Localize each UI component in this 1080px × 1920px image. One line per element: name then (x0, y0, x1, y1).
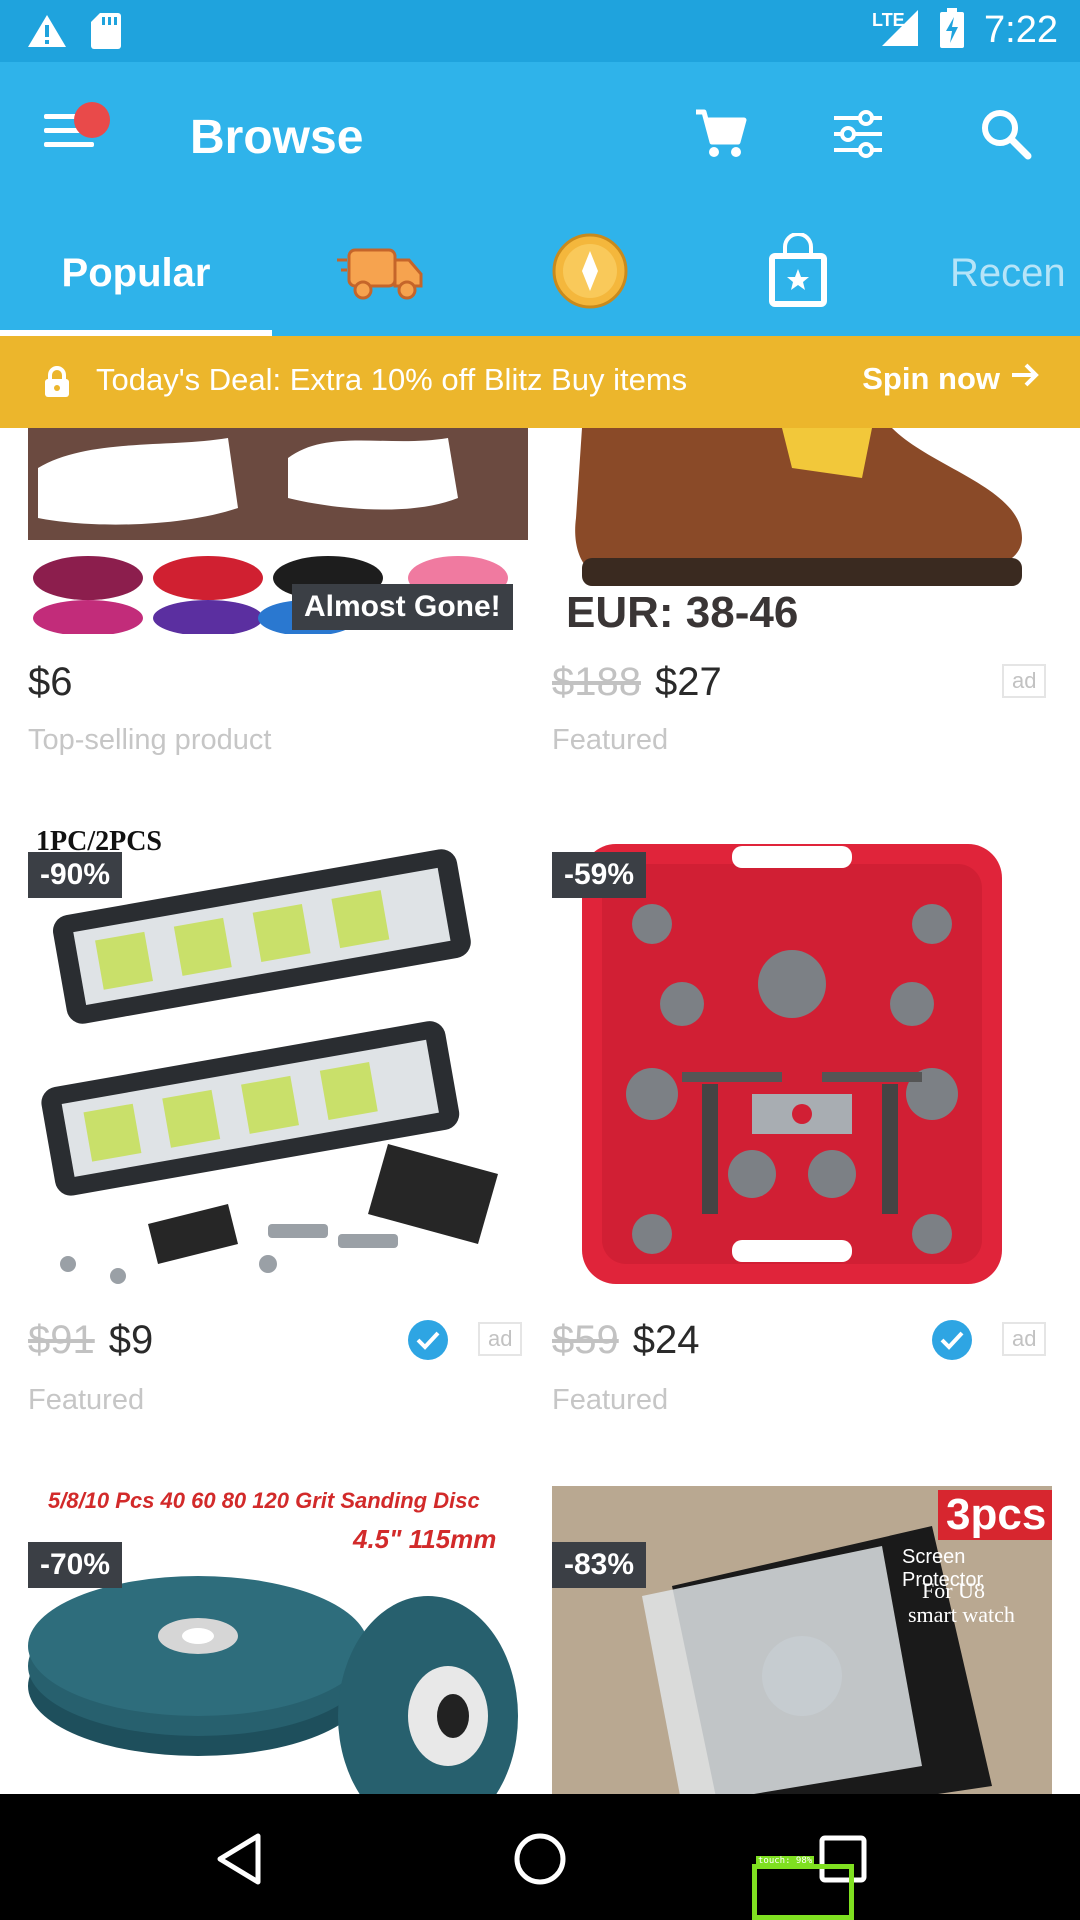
price-row: $59 $24 (552, 1318, 700, 1363)
image-caption: 4.5" 115mm (353, 1524, 497, 1554)
price-row: $91 $9 (28, 1318, 153, 1363)
warning-icon (26, 13, 68, 54)
status-bar: LTE 7:22 (0, 0, 1080, 62)
tab-popular[interactable]: Popular (0, 210, 272, 336)
ad-label: ad (478, 1322, 523, 1356)
price: $24 (632, 1318, 700, 1362)
battery-charging-icon (940, 8, 965, 53)
back-icon[interactable] (204, 1824, 274, 1894)
tab-label: Popular (61, 250, 211, 295)
app-bar: Browse (0, 62, 1080, 210)
image-caption: For U8 (922, 1578, 985, 1603)
deal-banner[interactable]: Today's Deal: Extra 10% off Blitz Buy it… (0, 336, 1080, 428)
verified-check-icon (408, 1320, 448, 1360)
signal-icon: LTE (872, 8, 920, 53)
discount-badge: -90% (28, 852, 123, 898)
product-image-sanding-discs: 5/8/10 Pcs 40 60 80 120 Grit Sanding Dis… (28, 1486, 528, 1794)
deal-text: Today's Deal: Extra 10% off Blitz Buy it… (96, 362, 688, 397)
clock: 7:22 (984, 9, 1058, 51)
category-tabs: Popular Recen (0, 210, 1080, 336)
spin-now-button[interactable]: Spin now (862, 361, 1040, 397)
price: $9 (108, 1318, 154, 1362)
touch-indicator (752, 1864, 854, 1920)
image-caption: EUR: 38-46 (566, 588, 799, 634)
image-caption: 5/8/10 Pcs 40 60 80 120 Grit Sanding Dis… (48, 1488, 480, 1513)
coin-icon (550, 231, 630, 316)
lock-icon (44, 366, 70, 403)
product-card[interactable]: 1PC/2PCS -90% $91 $9 ad Featured (28, 824, 528, 1416)
product-image-boots: EUR: 38-46 (552, 428, 1052, 634)
product-card[interactable]: 5/8/10 Pcs 40 60 80 120 Grit Sanding Dis… (28, 1486, 528, 1794)
price: $27 (654, 660, 722, 704)
home-icon[interactable] (505, 1824, 575, 1894)
ad-label: ad (1002, 1322, 1047, 1356)
product-subtitle: Featured (552, 1384, 669, 1416)
fast-shipping-truck-icon (335, 238, 425, 309)
original-price: $59 (552, 1318, 619, 1362)
product-image-smartwatch-screen-protector: 3pcs Screen Protector For U8 smart watch (552, 1486, 1052, 1794)
product-card[interactable]: EUR: 38-46 $188 $27 ad Featured (552, 428, 1052, 768)
system-nav-bar (0, 1794, 1080, 1920)
arrow-right-icon (1010, 361, 1040, 397)
spin-now-label: Spin now (862, 361, 1000, 396)
product-card[interactable]: 3pcs Screen Protector For U8 smart watch… (552, 1486, 1052, 1794)
cart-icon[interactable] (692, 106, 748, 162)
original-price: $188 (552, 660, 641, 704)
tab-coins[interactable] (540, 210, 640, 336)
product-subtitle: Featured (552, 724, 669, 756)
tab-shopping-bag[interactable] (748, 210, 848, 336)
stock-badge: Almost Gone! (292, 584, 513, 630)
original-price: $91 (28, 1318, 95, 1362)
product-grid: Almost Gone! $6 Top-selling product EUR:… (0, 428, 1080, 1794)
image-caption: 3pcs (938, 1490, 1052, 1540)
product-card[interactable]: Almost Gone! $6 Top-selling product (28, 428, 528, 768)
price-row: $6 (28, 660, 73, 705)
tab-label: Recen (950, 250, 1066, 295)
notification-dot (74, 102, 110, 138)
filter-icon[interactable] (830, 106, 886, 162)
image-caption: smart watch (908, 1602, 1015, 1627)
discount-badge: -59% (552, 852, 647, 898)
verified-check-icon (932, 1320, 972, 1360)
tab-recent[interactable]: Recen (950, 210, 1080, 336)
tab-fast-shipping[interactable] (330, 210, 430, 336)
product-subtitle: Featured (28, 1384, 145, 1416)
discount-badge: -83% (552, 1542, 647, 1588)
product-subtitle: Top-selling product (28, 724, 272, 756)
shopping-bag-star-icon (765, 231, 831, 314)
price-row: $188 $27 (552, 660, 722, 705)
price: $6 (28, 660, 73, 704)
discount-badge: -70% (28, 1542, 123, 1588)
product-card[interactable]: -59% $59 $24 ad Featured (552, 824, 1052, 1416)
ad-label: ad (1002, 664, 1047, 698)
sd-card-icon (90, 12, 122, 55)
page-title: Browse (190, 111, 364, 164)
search-icon[interactable] (978, 106, 1034, 162)
